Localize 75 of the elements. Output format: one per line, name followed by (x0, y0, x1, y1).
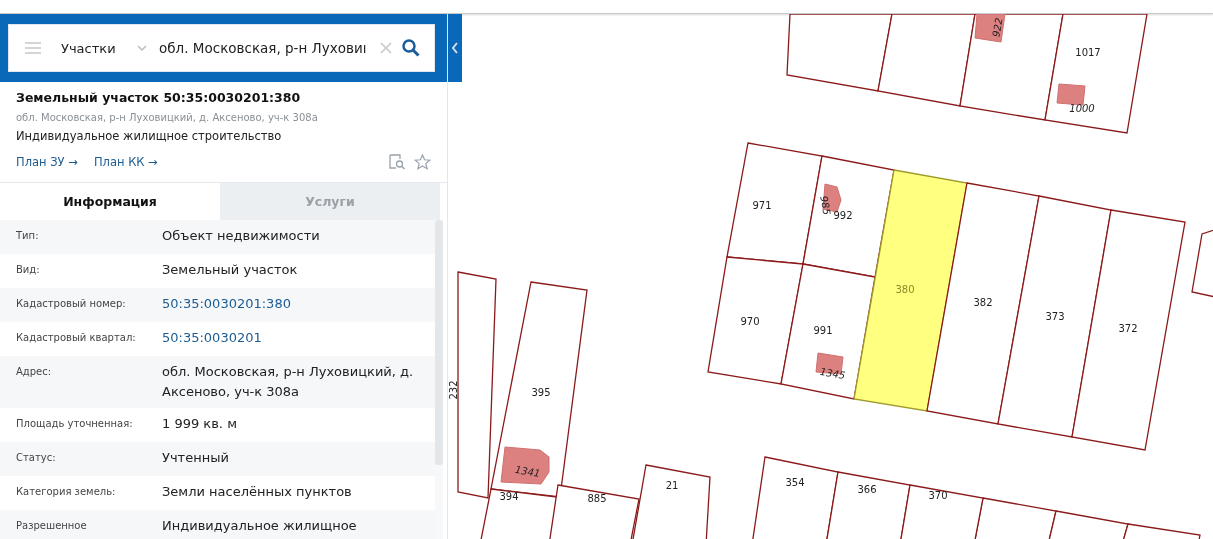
property-label: Тип: (16, 229, 40, 243)
parcel-number: 1017 (1075, 47, 1101, 58)
building-number: 1345 (819, 365, 847, 382)
land-parcel[interactable] (707, 256, 804, 385)
land-parcel[interactable] (802, 155, 895, 278)
object-title: Земельный участок 50:35:0030201:380 (16, 90, 302, 105)
land-parcel[interactable] (877, 14, 976, 107)
search-field[interactable]: Участки обл. Московская, р-н Луховиı (8, 24, 435, 72)
parcel-number: 992 (833, 210, 853, 221)
parcel-number: 373 (1045, 311, 1065, 322)
land-parcel[interactable] (959, 14, 1064, 121)
land-parcel[interactable] (548, 484, 640, 539)
land-parcel[interactable] (1044, 14, 1148, 134)
building-number: 1341 (514, 463, 542, 480)
property-value: Индивидуальное жилищное (162, 517, 358, 535)
property-label: Статус: (16, 451, 57, 465)
land-parcel[interactable] (1121, 523, 1201, 539)
land-parcel[interactable] (825, 471, 911, 539)
collapse-panel-button[interactable] (448, 14, 462, 82)
land-parcel[interactable] (899, 484, 984, 539)
parcel-number: 380 (895, 284, 915, 295)
scrollbar-thumb[interactable] (435, 220, 443, 465)
property-value: Учтенный (162, 449, 230, 467)
land-parcel[interactable] (973, 497, 1057, 539)
parcel-number: 991 (813, 325, 833, 336)
parcel-number: 21 (665, 480, 679, 491)
parcel-number: 971 (752, 200, 772, 211)
land-parcel[interactable] (1071, 209, 1186, 451)
object-address: обл. Московская, р-н Луховицкий, д. Аксеново, уч-к 308а (16, 112, 319, 123)
building-number: 1000 (1069, 103, 1095, 114)
land-parcel[interactable] (457, 271, 497, 499)
parcel-number: 372 (1118, 323, 1138, 334)
property-label: Площадь уточненная: (16, 417, 134, 431)
parcel-number: 395 (531, 387, 551, 398)
parcel-number: 354 (785, 477, 805, 488)
land-parcel[interactable] (479, 488, 558, 539)
parcel-number: 970 (740, 316, 760, 327)
property-label: Вид: (16, 263, 41, 277)
property-link[interactable]: 50:35:0030201:380 (162, 294, 297, 316)
property-value: Объект недвижимости (162, 227, 321, 245)
parcel-number: 382 (973, 297, 993, 308)
search-icon[interactable] (402, 39, 420, 57)
property-value: 1 999 кв. м (162, 415, 238, 433)
parcel-number: 885 (587, 493, 607, 504)
building-number: 985 (818, 195, 833, 216)
category-select[interactable]: Участки (61, 40, 125, 56)
search-text[interactable]: обл. Московская, р-н Луховиı (159, 40, 370, 56)
parcel-number: 232 (448, 380, 459, 400)
land-parcel[interactable] (926, 182, 1040, 425)
property-link[interactable]: 50:35:0030201 (162, 328, 268, 350)
building-footprint[interactable] (500, 446, 550, 485)
parcel-number: 394 (499, 491, 519, 502)
land-parcel[interactable] (1191, 227, 1213, 299)
building-number: 922 (990, 17, 1005, 38)
property-value: Земли населённых пунктов (162, 483, 353, 501)
land-parcel[interactable] (631, 464, 711, 539)
property-value: обл. Московская, р-н Луховицкий, д. Аксеново, уч-к 308а (162, 363, 415, 401)
property-value: Земельный участок (162, 261, 299, 279)
property-label: Кадастровый номер: (16, 297, 127, 311)
land-parcel[interactable] (780, 263, 876, 400)
property-label: Разрешенное (16, 519, 88, 533)
plan-link[interactable]: План ЗУ → (16, 155, 78, 169)
parcel-number: 370 (928, 490, 948, 501)
plan-link[interactable]: План КК → (93, 155, 158, 169)
land-parcel[interactable] (1047, 510, 1129, 539)
property-label: Категория земель: (16, 485, 117, 499)
property-label: Адрес: (16, 365, 53, 379)
star-icon[interactable] (414, 154, 431, 170)
chevron-left-icon (451, 42, 459, 54)
object-purpose: Индивидуальное жилищное строительство (16, 129, 283, 143)
parcel-number: 366 (857, 484, 877, 495)
land-parcel[interactable] (751, 456, 839, 539)
document-search-icon[interactable] (389, 154, 406, 170)
property-label: Кадастровый квартал: (16, 331, 137, 345)
land-parcel[interactable] (997, 195, 1112, 438)
